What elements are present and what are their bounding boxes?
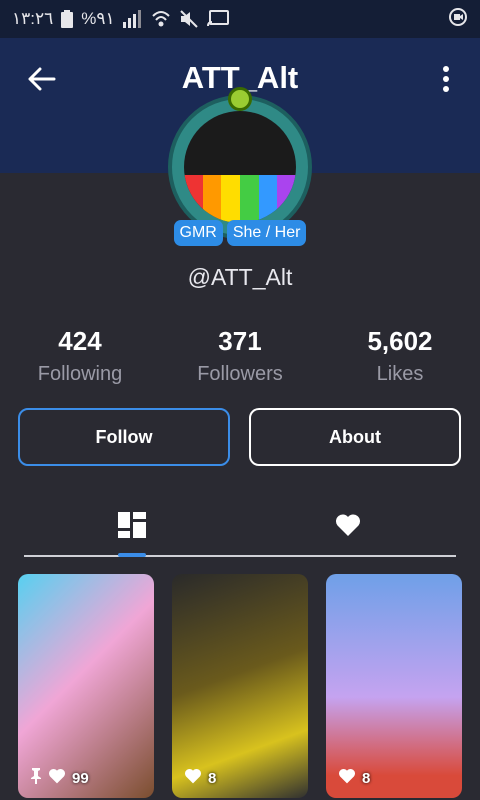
post-meta: 8 xyxy=(338,768,370,788)
profile-stats: 424 Following 371 Followers 5,602 Likes xyxy=(0,326,480,386)
stat-following[interactable]: 424 Following xyxy=(0,326,160,386)
heart-icon xyxy=(184,768,202,788)
stat-label: Likes xyxy=(376,363,424,385)
stat-label: Following xyxy=(37,363,123,385)
heart-icon xyxy=(338,768,356,788)
profile-tags: GMR She / Her xyxy=(0,220,480,246)
status-left: ١٣:٢٦ %٩١ xyxy=(12,9,229,29)
content-tabs xyxy=(24,500,456,557)
battery-percent: %٩١ xyxy=(81,9,115,28)
post-meta: 8 xyxy=(184,768,216,788)
post-card[interactable]: 8 xyxy=(326,574,462,798)
mute-icon xyxy=(179,10,199,28)
tab-posts[interactable] xyxy=(24,500,240,555)
heart-icon xyxy=(48,768,66,788)
stat-label: Followers xyxy=(197,363,283,385)
post-meta: 99 xyxy=(30,768,89,788)
stat-value: 424 xyxy=(58,326,102,356)
follow-button[interactable]: Follow xyxy=(18,408,230,466)
status-right xyxy=(448,7,468,32)
post-like-count: 8 xyxy=(208,769,217,787)
status-bar: ١٣:٢٦ %٩١ xyxy=(0,0,480,38)
heart-icon xyxy=(335,513,361,542)
post-like-count: 99 xyxy=(72,769,89,787)
tab-likes[interactable] xyxy=(240,500,456,555)
signal-icon xyxy=(122,10,143,28)
screen-record-icon xyxy=(448,7,468,27)
posts-grid: 99 8 8 xyxy=(18,574,462,798)
avatar[interactable] xyxy=(168,87,312,239)
avatar-frame xyxy=(168,95,312,239)
pin-icon xyxy=(30,768,42,788)
stat-value: 5,602 xyxy=(367,326,433,356)
post-card[interactable]: 99 xyxy=(18,574,154,798)
more-options-button[interactable] xyxy=(434,63,458,99)
post-like-count: 8 xyxy=(362,769,371,787)
more-vert-icon xyxy=(442,65,450,97)
battery-icon xyxy=(61,10,74,28)
username-handle: @ATT_Alt xyxy=(187,264,293,290)
post-card[interactable]: 8 xyxy=(172,574,308,798)
pronoun-badge: She / Her xyxy=(226,220,307,246)
avatar-rainbow-band xyxy=(184,175,296,223)
tag-badge: GMR xyxy=(173,220,223,246)
stat-value: 371 xyxy=(218,326,262,356)
avatar-frame-badge xyxy=(228,87,252,111)
grid-icon xyxy=(118,512,146,543)
cast-icon xyxy=(206,10,229,28)
wifi-icon xyxy=(151,10,171,28)
stat-followers[interactable]: 371 Followers xyxy=(160,326,320,386)
about-button[interactable]: About xyxy=(249,408,461,466)
avatar-image xyxy=(184,111,296,223)
status-time: ١٣:٢٦ xyxy=(12,9,54,28)
active-tab-indicator xyxy=(118,553,146,557)
stat-likes: 5,602 Likes xyxy=(320,326,480,386)
